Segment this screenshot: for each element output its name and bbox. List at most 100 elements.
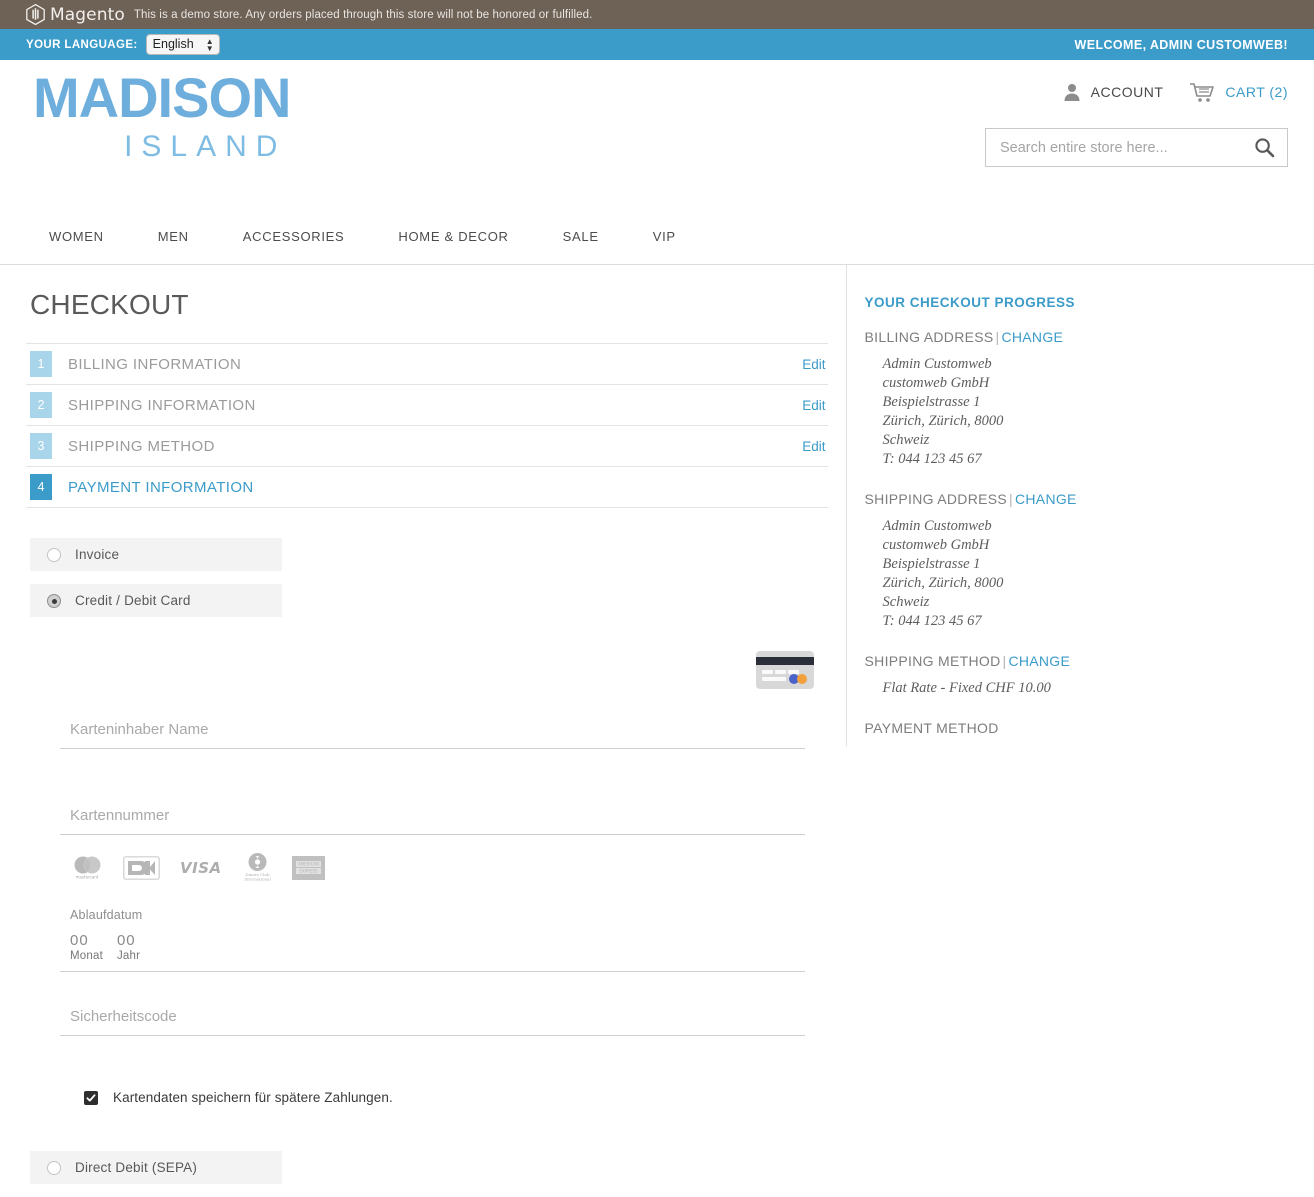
check-icon — [86, 1093, 96, 1103]
step-edit-link[interactable]: Edit — [802, 439, 825, 454]
payment-method-invoice[interactable]: Invoice — [30, 538, 282, 571]
save-card-row[interactable]: Kartendaten speichern für spätere Zahlun… — [60, 1036, 828, 1105]
payment-method-sepa[interactable]: Direct Debit (SEPA) — [30, 1151, 282, 1184]
visa-icon: VISA — [179, 859, 223, 876]
language-select-wrap[interactable]: EnglishDeutschFrench ▲▼ — [146, 34, 220, 55]
payment-method-heading: PAYMENT METHOD — [865, 720, 1288, 736]
expiry-month-field[interactable]: 00 Monat — [70, 931, 103, 962]
billing-address-heading: BILLING ADDRESS|CHANGE — [865, 329, 1288, 345]
radio-sepa-icon[interactable] — [47, 1161, 61, 1175]
checkout-steps: 1 BILLING INFORMATION Edit 2 SHIPPING INFORM… — [26, 343, 828, 508]
logo-island: ISLAND — [33, 130, 290, 164]
header-links: ACCOUNT CART (2) — [985, 78, 1288, 106]
step-label: SHIPPING METHOD — [68, 438, 215, 455]
expiry-year-field[interactable]: 00 Jahr — [117, 931, 140, 962]
step-number-badge: 1 — [30, 351, 52, 377]
separator: | — [1007, 491, 1015, 507]
address-line: Beispielstrasse 1 — [883, 393, 1288, 412]
cart-link[interactable]: CART (2) — [1189, 82, 1288, 103]
nav-item-home-decor[interactable]: HOME & DECOR — [371, 227, 535, 247]
shipping-address-change-link[interactable]: CHANGE — [1015, 491, 1077, 507]
language-welcome-bar: YOUR LANGUAGE: EnglishDeutschFrench ▲▼ W… — [0, 29, 1314, 60]
magento-wordmark: Magento — [50, 5, 125, 25]
nav-item-women[interactable]: WOMEN — [26, 227, 131, 247]
search-input[interactable] — [998, 139, 1254, 157]
nav-item-accessories[interactable]: ACCESSORIES — [216, 227, 372, 247]
shopping-cart-icon — [1189, 82, 1216, 103]
account-link[interactable]: ACCOUNT — [1062, 82, 1164, 102]
address-line: Schweiz — [883, 593, 1288, 612]
payment-method-credit-card[interactable]: Credit / Debit Card — [30, 584, 282, 617]
checkout-step-1[interactable]: 1 BILLING INFORMATION Edit — [26, 344, 828, 385]
billing-address-change-link[interactable]: CHANGE — [1001, 329, 1063, 345]
account-label: ACCOUNT — [1091, 84, 1164, 100]
shipping-address-label: SHIPPING ADDRESS — [865, 491, 1008, 507]
address-line: Beispielstrasse 1 — [883, 555, 1288, 574]
credit-card-form: mastercard VISA — [30, 689, 828, 1105]
payment-method-invoice-label: Invoice — [75, 547, 119, 562]
svg-text:mastercard: mastercard — [76, 875, 99, 880]
shipping-address-heading: SHIPPING ADDRESS|CHANGE — [865, 491, 1288, 507]
payment-method-sepa-label: Direct Debit (SEPA) — [75, 1160, 197, 1175]
card-holder-input[interactable] — [60, 721, 805, 738]
form-spacer — [60, 749, 828, 807]
search-box[interactable] — [985, 128, 1288, 167]
nav-item-men[interactable]: MEN — [131, 227, 216, 247]
checkout-step-4[interactable]: 4PAYMENT INFORMATION — [26, 467, 828, 508]
american-express-icon: AMERICAN EXPRESS — [292, 856, 325, 880]
radio-credit-card-icon[interactable] — [47, 594, 61, 608]
checkout-step-3[interactable]: 3 SHIPPING METHOD Edit — [26, 426, 828, 467]
checkout-progress-sidebar: YOUR CHECKOUT PROGRESS BILLING ADDRESS|C… — [846, 265, 1288, 746]
step-edit-link[interactable]: Edit — [802, 357, 825, 372]
svg-text:AMERICAN: AMERICAN — [298, 861, 319, 866]
security-code-field[interactable] — [60, 1008, 805, 1036]
step-label: SHIPPING INFORMATION — [68, 397, 256, 414]
address-line: Zürich, Zürich, 8000 — [883, 412, 1288, 431]
svg-text:VISA: VISA — [180, 859, 222, 876]
checkout-column: CHECKOUT 1BILLING INFORMATIONEdit2SHIPPI… — [26, 265, 828, 1197]
step-label: PAYMENT INFORMATION — [68, 479, 254, 496]
language-switcher[interactable]: YOUR LANGUAGE: EnglishDeutschFrench ▲▼ — [26, 34, 220, 55]
radio-invoice-icon[interactable] — [47, 548, 61, 562]
shipping-method-change-link[interactable]: CHANGE — [1008, 653, 1070, 669]
security-code-input[interactable] — [60, 1008, 805, 1025]
site-header: MADISON ISLAND ACCOUNT — [0, 60, 1314, 227]
shipping-method-value: Flat Rate - Fixed CHF 10.00 — [865, 679, 1288, 698]
mastercard-icon: mastercard — [70, 855, 104, 880]
welcome-message: WELCOME, ADMIN CUSTOMWEB! — [1075, 38, 1288, 52]
sepa-wrapper: Direct Debit (SEPA) — [30, 1105, 828, 1184]
shipping-method-label: SHIPPING METHOD — [865, 653, 1001, 669]
expiry-month-value: 00 — [70, 931, 103, 950]
expiry-year-value: 00 — [117, 931, 140, 950]
svg-text:International: International — [244, 877, 271, 882]
nav-item-sale[interactable]: SALE — [536, 227, 626, 247]
form-spacer-2 — [60, 972, 828, 1008]
search-icon[interactable] — [1254, 137, 1275, 158]
address-line: Admin Customweb — [883, 517, 1288, 536]
save-card-checkbox[interactable] — [84, 1091, 98, 1105]
credit-card-icon — [756, 651, 814, 689]
checkout-step-2[interactable]: 2 SHIPPING INFORMATION Edit — [26, 385, 828, 426]
card-holder-field[interactable] — [60, 721, 805, 749]
site-logo[interactable]: MADISON ISLAND — [33, 70, 290, 164]
sidebar-title: YOUR CHECKOUT PROGRESS — [865, 295, 1288, 310]
step-number-badge: 3 — [30, 433, 52, 459]
language-label: YOUR LANGUAGE: — [26, 39, 138, 51]
nav-item-vip[interactable]: VIP — [626, 227, 703, 247]
payment-method-label: PAYMENT METHOD — [865, 720, 999, 736]
payment-method-credit-card-label: Credit / Debit Card — [75, 593, 191, 608]
step-label: BILLING INFORMATION — [68, 356, 241, 373]
step-edit-link[interactable]: Edit — [802, 398, 825, 413]
expiry-month-label: Monat — [70, 950, 103, 962]
step-number-badge: 2 — [30, 392, 52, 418]
language-select[interactable]: EnglishDeutschFrench — [146, 34, 220, 55]
card-number-field[interactable] — [60, 807, 805, 835]
payment-information-body: Invoice Credit / Debit Card — [26, 508, 828, 1184]
address-line: Admin Customweb — [883, 355, 1288, 374]
address-line: T: 044 123 45 67 — [883, 612, 1288, 631]
address-line: customweb GmbH — [883, 374, 1288, 393]
card-number-input[interactable] — [60, 807, 805, 824]
expiry-year-label: Jahr — [117, 950, 140, 962]
expiry-date-row[interactable]: 00 Monat 00 Jahr — [60, 922, 828, 962]
shipping-method-heading: SHIPPING METHOD|CHANGE — [865, 653, 1288, 669]
